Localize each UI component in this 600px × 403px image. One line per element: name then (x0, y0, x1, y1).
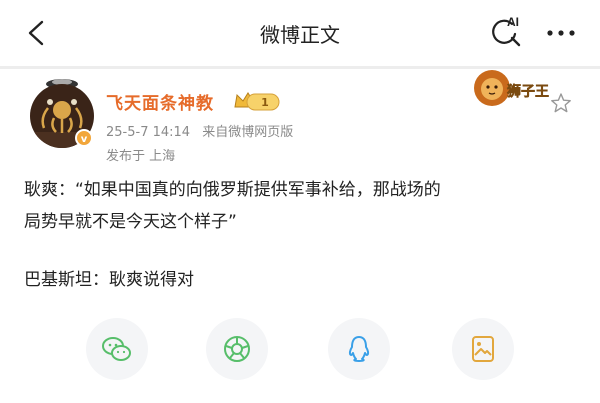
save-image-icon (472, 336, 494, 362)
share-row (0, 318, 600, 382)
svg-text:v: v (81, 134, 88, 145)
wechat-icon (102, 337, 131, 361)
svg-text:AI: AI (507, 15, 519, 29)
post-body: 耿爽：“如果中国真的向俄罗斯提供军事补给，那战场的 局势早就不是今天这个样子” … (24, 174, 584, 296)
post-line-gap (24, 238, 584, 264)
share-moments-button[interactable] (206, 318, 268, 380)
save-image-button[interactable] (452, 318, 514, 380)
username[interactable]: 飞天面条神教 (106, 89, 214, 114)
crown-badge-icon[interactable]: 1 (233, 89, 281, 113)
share-qq-button[interactable] (328, 318, 390, 380)
post-location: 发布于 上海 (106, 149, 176, 164)
post-line: 耿爽：“如果中国真的向俄罗斯提供军事补给，那战场的 (24, 180, 441, 200)
qq-icon (348, 336, 370, 362)
post-meta: 25-5-7 14:14 来自微博网页版 (106, 121, 301, 140)
more-icon[interactable] (544, 18, 578, 48)
post-line: 巴基斯坦：耿爽说得对 (24, 270, 194, 290)
post-line: 局势早就不是今天这个样子” (24, 212, 237, 232)
svg-text:1: 1 (261, 96, 269, 109)
avatar[interactable]: v (28, 78, 98, 150)
moments-icon (224, 336, 250, 362)
star-icon[interactable] (550, 92, 572, 114)
ai-search-icon[interactable]: AI (488, 14, 524, 50)
share-wechat-button[interactable] (86, 318, 148, 380)
post-source: 来自微博网页版 (202, 125, 294, 140)
svg-text:狮子王: 狮子王 (506, 83, 549, 100)
timestamp: 25-5-7 14:14 (106, 125, 191, 140)
top-bar: 微博正文 AI (0, 0, 600, 66)
lion-king-badge[interactable]: 狮子王 (470, 62, 558, 114)
